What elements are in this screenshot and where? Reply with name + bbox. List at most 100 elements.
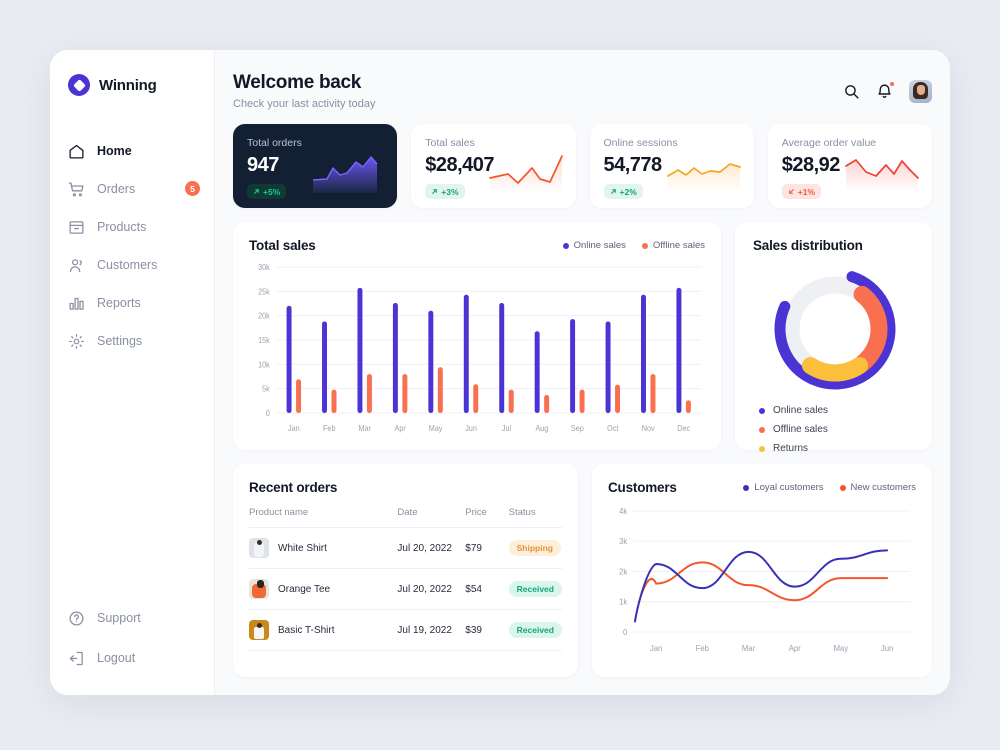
svg-text:0: 0 [623, 628, 628, 637]
legend-dot [562, 242, 569, 249]
bar-chart-svg: 0 5k 10k 15k 20k 25k 30k Jan Feb Mar Apr May Jun Jul A… [258, 263, 702, 433]
svg-text:Sep: Sep [571, 424, 584, 433]
sidebar-item-reports[interactable]: Reports [50, 284, 214, 322]
sidebar-item-support[interactable]: Support [50, 599, 214, 637]
brand[interactable]: Winning [50, 68, 214, 102]
stat-card-online-sessions[interactable]: Online sessions 54,778 +2% [589, 124, 754, 208]
dashboard-window: Winning Home Orders 5 Products Customers [50, 50, 950, 695]
legend-item-offline-sales[interactable]: Offline sales [759, 424, 916, 435]
svg-text:30k: 30k [258, 263, 270, 272]
svg-text:15k: 15k [258, 336, 270, 345]
sidebar-item-label: Home [97, 144, 132, 158]
bell-icon[interactable] [876, 81, 895, 100]
svg-text:May: May [834, 644, 849, 653]
sidebar-item-orders[interactable]: Orders 5 [50, 170, 214, 208]
svg-text:Oct: Oct [607, 424, 619, 433]
sidebar-item-label: Support [97, 611, 141, 625]
legend-label: New customers [850, 482, 916, 493]
users-icon [68, 257, 85, 274]
search-icon[interactable] [843, 83, 860, 100]
help-circle-icon [68, 610, 85, 627]
donut-chart-svg [774, 268, 895, 390]
charts-row: Total sales Online sales Offline sales 0 [233, 222, 932, 454]
diamond-circle-icon [68, 74, 90, 96]
line-chart: 0 1k 2k 3k 4k Jan Feb Mar Apr May Jun [608, 503, 916, 669]
legend-label: Online sales [773, 405, 829, 416]
svg-text:Jan: Jan [288, 424, 300, 433]
main-content: Welcome back Check your last activity to… [215, 50, 950, 695]
stat-cards: Total orders 947 +5% Total sales $28,407 [233, 124, 932, 208]
sidebar-item-label: Settings [97, 334, 143, 348]
product-name: White Shirt [278, 542, 327, 554]
svg-text:Nov: Nov [642, 424, 655, 433]
sales-distribution-card: Sales distribution Online sales Offline … [735, 222, 932, 454]
product-name: Basic T-Shirt [278, 624, 335, 636]
stat-card-average-order-value[interactable]: Average order value $28,92 +1% [767, 124, 932, 208]
legend-dot [759, 445, 765, 452]
sparkline-total-sales [488, 155, 563, 192]
sidebar-item-products[interactable]: Products [50, 208, 214, 246]
bar-chart: 0 5k 10k 15k 20k 25k 30k Jan Feb Mar Apr May Jun Jul A… [249, 261, 705, 442]
legend-item-online-sales[interactable]: Online sales [759, 405, 916, 416]
sidebar-item-customers[interactable]: Customers [50, 246, 214, 284]
table-row[interactable]: Orange Tee Jul 20, 2022 $54 Received [249, 568, 562, 610]
svg-text:10k: 10k [258, 360, 270, 369]
sidebar-item-settings[interactable]: Settings [50, 322, 214, 360]
cell-product: Orange Tee [249, 568, 398, 610]
product-name: Orange Tee [278, 583, 331, 595]
gear-icon [68, 333, 85, 350]
distribution-legend: Online sales Offline sales Returns [753, 405, 916, 454]
header-actions [843, 72, 932, 103]
legend-label: Loyal customers [754, 482, 824, 493]
avatar[interactable] [909, 80, 932, 103]
card-header: Customers Loyal customers New customers [608, 480, 916, 495]
table-row[interactable]: Basic T-Shirt Jul 19, 2022 $39 Received [249, 609, 562, 651]
svg-text:Jan: Jan [650, 644, 662, 653]
arrow-down-left-icon [788, 189, 794, 194]
table-row[interactable]: White Shirt Jul 20, 2022 $79 Shipping [249, 527, 562, 569]
bottom-row: Recent orders Product name Date Price St… [233, 464, 932, 677]
arrow-up-right-icon [254, 189, 259, 194]
arrow-up-right-icon [610, 189, 616, 194]
svg-text:2k: 2k [619, 567, 627, 576]
legend-item-loyal-customers[interactable]: Loyal customers [743, 482, 824, 493]
sidebar: Winning Home Orders 5 Products Customers [50, 50, 215, 695]
sidebar-item-home[interactable]: Home [50, 132, 214, 170]
column-header-status: Status [508, 507, 562, 528]
legend-dot [641, 242, 648, 249]
svg-text:Jun: Jun [881, 644, 893, 653]
stat-card-total-orders[interactable]: Total orders 947 +5% [233, 124, 398, 208]
product-thumbnail [249, 538, 269, 558]
sidebar-item-logout[interactable]: Logout [50, 639, 214, 677]
column-header-price: Price [465, 507, 509, 528]
legend-item-offline-sales[interactable]: Offline sales [641, 240, 705, 251]
page-header: Welcome back Check your last activity to… [233, 72, 932, 110]
svg-text:Jul: Jul [502, 424, 512, 433]
legend-dot [759, 407, 765, 414]
legend-item-online-sales[interactable]: Online sales [562, 240, 626, 251]
svg-text:Apr: Apr [789, 644, 801, 653]
stat-delta-badge: +2% [603, 184, 643, 199]
svg-text:Mar: Mar [742, 644, 756, 653]
cell-product: Basic T-Shirt [249, 609, 398, 651]
sidebar-item-label: Products [97, 220, 147, 234]
arrow-up-right-icon [432, 189, 438, 194]
card-title: Sales distribution [753, 238, 863, 253]
column-header-product: Product name [249, 507, 398, 528]
legend-item-new-customers[interactable]: New customers [839, 482, 916, 493]
cell-status: Received [508, 609, 562, 651]
line-chart-svg: 0 1k 2k 3k 4k Jan Feb Mar Apr May Jun [619, 507, 911, 653]
sidebar-item-label: Logout [97, 651, 136, 665]
legend-label: Online sales [573, 240, 626, 251]
sparkline-total-orders [313, 156, 378, 193]
cell-product: White Shirt [249, 527, 398, 569]
legend-item-returns[interactable]: Returns [759, 443, 916, 454]
customers-card: Customers Loyal customers New customers [592, 464, 932, 677]
home-icon [68, 143, 85, 160]
svg-text:Aug: Aug [535, 424, 548, 433]
cell-price: $39 [465, 609, 509, 651]
sparkline-online-sessions [666, 163, 741, 192]
stat-card-total-sales[interactable]: Total sales $28,407 +3% [411, 124, 576, 208]
card-title: Total sales [249, 238, 316, 253]
product-thumbnail [249, 579, 269, 599]
